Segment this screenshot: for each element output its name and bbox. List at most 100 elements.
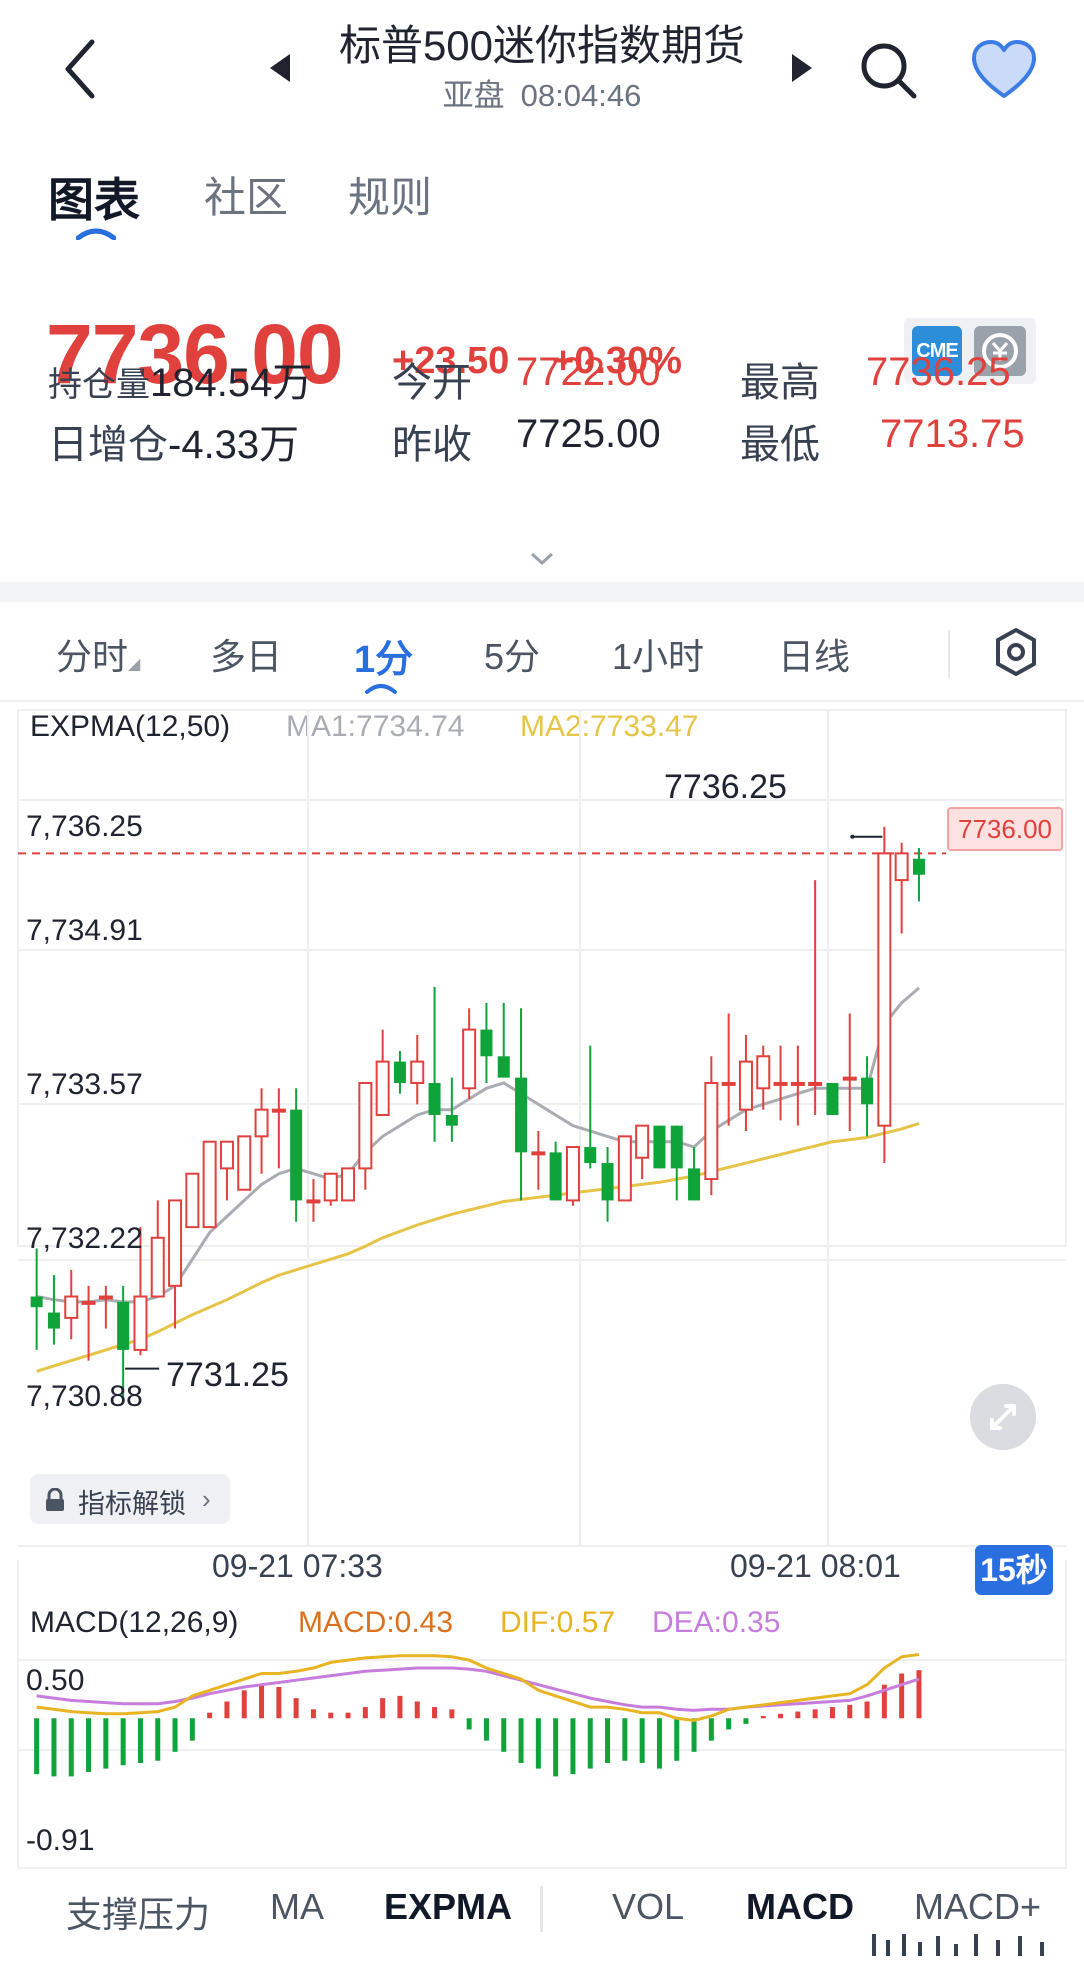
candle-body bbox=[185, 1172, 200, 1229]
macd-axis-bottom: -0.91 bbox=[26, 1824, 95, 1857]
macd-histogram-bar bbox=[466, 1718, 472, 1730]
high-label: 最高 bbox=[740, 361, 820, 405]
candle-body bbox=[670, 1125, 683, 1169]
candle-body bbox=[549, 1152, 562, 1201]
indicator-tab-vol[interactable]: VOL bbox=[612, 1886, 684, 1928]
time-axis-start: 09-21 07:33 bbox=[212, 1548, 383, 1584]
open-interest-label-text: 持仓量 bbox=[48, 366, 150, 404]
candle-body bbox=[912, 858, 925, 875]
chevron-right-icon: › bbox=[202, 1484, 211, 1514]
chevron-down-icon[interactable] bbox=[530, 552, 554, 566]
candle-body bbox=[842, 1076, 857, 1081]
macd-axis-top: 0.50 bbox=[26, 1664, 85, 1697]
macd-histogram-bar bbox=[743, 1718, 749, 1724]
candle-body bbox=[341, 1167, 356, 1202]
candle-body bbox=[497, 1056, 510, 1078]
open-interest-value: 184.54万 bbox=[150, 361, 313, 405]
low-value: 7713.75 bbox=[880, 412, 1025, 456]
instrument-title: 标普500迷你指数期货 bbox=[338, 22, 746, 69]
oi-change-value: -4.33万 bbox=[168, 423, 300, 467]
candle-body bbox=[30, 1296, 43, 1308]
macd-histogram-bar bbox=[622, 1718, 628, 1761]
lock-icon bbox=[46, 1488, 64, 1511]
candle-body bbox=[584, 1147, 597, 1164]
period-tab-daily[interactable]: 日线 bbox=[778, 628, 850, 680]
indicator-tab-ma[interactable]: MA bbox=[270, 1886, 324, 1928]
period-tab-intraday-label: 分时 bbox=[56, 636, 129, 677]
indicator-tab-expma[interactable]: EXPMA bbox=[384, 1886, 512, 1928]
macd-histogram-bar bbox=[189, 1718, 195, 1741]
indicator-tab-macd-plus[interactable]: MACD+ bbox=[914, 1886, 1041, 1928]
period-tab-1min[interactable]: 1分 bbox=[354, 628, 413, 683]
candle-body bbox=[237, 1135, 252, 1191]
period-tab-intraday[interactable]: 分时◢ bbox=[56, 628, 140, 680]
open-label: 今开 bbox=[392, 361, 472, 405]
macd-histogram-bar bbox=[51, 1718, 57, 1777]
indicator-tab-divider bbox=[540, 1886, 543, 1932]
candle-body bbox=[271, 1108, 286, 1113]
candlestick-chart[interactable] bbox=[0, 700, 1084, 1880]
candle-body bbox=[410, 1060, 425, 1084]
period-tab-multiday[interactable]: 多日 bbox=[210, 628, 282, 680]
fullscreen-icon[interactable] bbox=[970, 1384, 1036, 1450]
candle-body bbox=[704, 1081, 719, 1181]
period-tab-5min[interactable]: 5分 bbox=[484, 628, 540, 680]
tab-community[interactable]: 社区 bbox=[204, 164, 288, 225]
search-icon[interactable] bbox=[856, 38, 920, 102]
dif-legend: DIF:0.57 bbox=[500, 1606, 616, 1639]
prev-close-label: 昨收 bbox=[392, 423, 472, 467]
candle-body bbox=[202, 1140, 217, 1229]
macd-histogram-bar bbox=[501, 1718, 507, 1752]
more-indicators-icon[interactable] bbox=[862, 1930, 1062, 1960]
macd-histogram-bar bbox=[795, 1711, 801, 1719]
macd-histogram-bar bbox=[293, 1698, 299, 1719]
indicator-tab-macd[interactable]: MACD bbox=[746, 1886, 854, 1928]
favorite-heart-icon[interactable] bbox=[970, 38, 1038, 102]
back-arrow-icon[interactable] bbox=[56, 34, 106, 104]
main-tabs: 图表 社区 规则 bbox=[0, 150, 1084, 240]
tab-rules[interactable]: 规则 bbox=[348, 164, 432, 225]
candle-body bbox=[168, 1199, 183, 1287]
candle-body bbox=[133, 1295, 148, 1351]
oi-change-label-text: 日增仓 bbox=[48, 423, 168, 467]
macd-histogram-bar bbox=[726, 1718, 732, 1730]
macd-legend-label: MACD(12,26,9) bbox=[30, 1606, 239, 1639]
indicator-unlock-button[interactable]: 指标解锁 › bbox=[30, 1474, 230, 1524]
candle-body bbox=[861, 1077, 874, 1105]
macd-histogram-bar bbox=[86, 1718, 92, 1772]
macd-histogram-bar bbox=[120, 1718, 126, 1766]
candle-body bbox=[721, 1081, 736, 1086]
macd-histogram-bar bbox=[829, 1707, 835, 1719]
candle-body bbox=[790, 1081, 805, 1086]
chart-settings-icon[interactable] bbox=[992, 626, 1040, 678]
macd-histogram-bar bbox=[328, 1712, 334, 1719]
macd-histogram-bar bbox=[172, 1718, 178, 1752]
candle-body bbox=[617, 1135, 632, 1202]
tab-divider bbox=[948, 630, 950, 678]
interval-badge[interactable]: 15秒 bbox=[975, 1545, 1053, 1595]
next-instrument-arrow-icon[interactable] bbox=[792, 54, 812, 82]
high-marker-dot bbox=[850, 834, 855, 839]
y-axis-label: 7,736.25 bbox=[26, 810, 143, 843]
period-tabs: 分时◢ 多日 1分 5分 1小时 日线 bbox=[0, 610, 1084, 700]
dea-legend: DEA:0.35 bbox=[652, 1606, 781, 1639]
macd-histogram-bar bbox=[535, 1718, 541, 1769]
candle-body bbox=[531, 1151, 546, 1156]
open-value: 7722.00 bbox=[516, 350, 661, 394]
indicator-tab-support-resistance[interactable]: 支撑压力 bbox=[66, 1886, 210, 1938]
candle-body bbox=[688, 1168, 701, 1201]
tab-chart[interactable]: 图表 bbox=[48, 164, 140, 230]
dea-line bbox=[36, 1666, 920, 1712]
macd-value-legend: MACD:0.43 bbox=[298, 1606, 454, 1639]
macd-histogram-bar bbox=[483, 1718, 489, 1741]
macd-histogram-bar bbox=[760, 1716, 766, 1719]
candle-body bbox=[150, 1236, 165, 1298]
dif-line bbox=[36, 1653, 920, 1723]
y-axis-label: 7,733.57 bbox=[26, 1068, 143, 1101]
period-tab-1hour[interactable]: 1小时 bbox=[612, 628, 704, 680]
candle-body bbox=[601, 1163, 614, 1201]
header: 标普500迷你指数期货 亚盘 08:04:46 bbox=[0, 0, 1084, 118]
previous-instrument-arrow-icon[interactable] bbox=[270, 54, 290, 82]
macd-histogram-bar bbox=[397, 1695, 403, 1719]
macd-histogram-bar bbox=[34, 1718, 40, 1775]
